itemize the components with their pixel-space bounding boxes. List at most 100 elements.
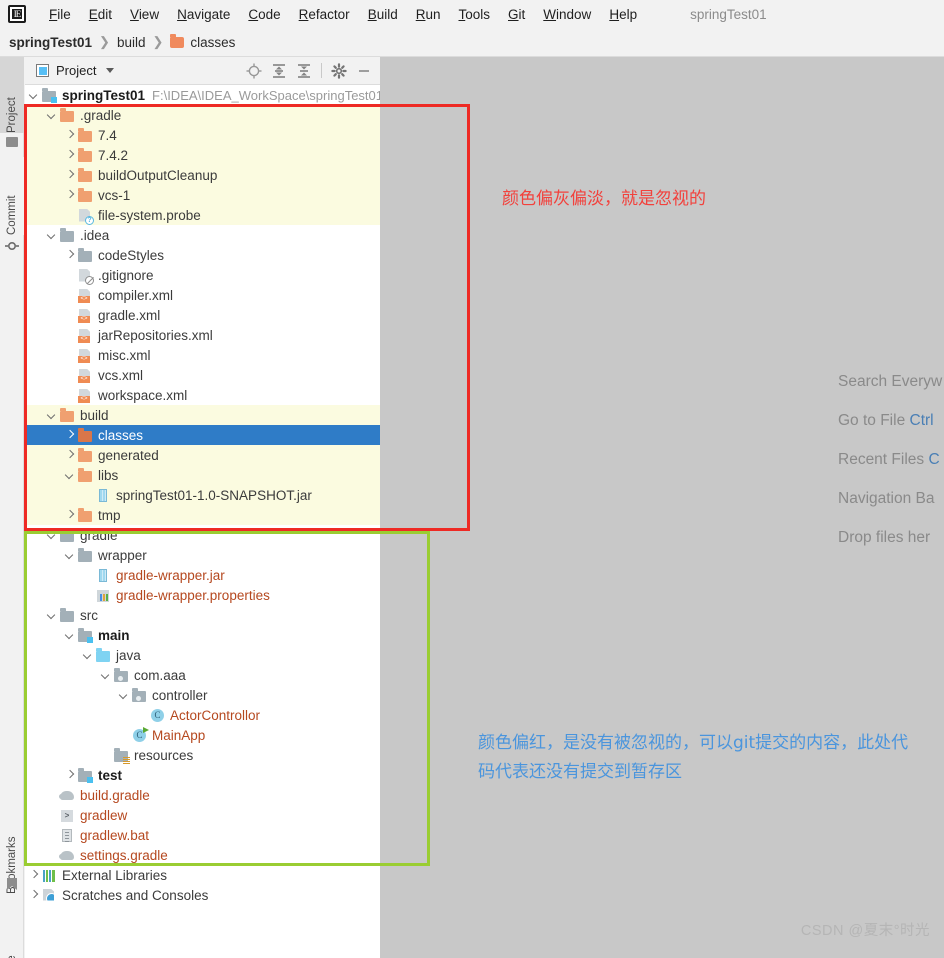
- tree-row-label: wrapper: [98, 547, 147, 563]
- menu-item-code[interactable]: Code: [239, 5, 289, 24]
- tree-row[interactable]: build: [25, 405, 380, 425]
- tree-row[interactable]: generated: [25, 445, 380, 465]
- tree-row[interactable]: 7.4.2: [25, 145, 380, 165]
- chevron-down-icon[interactable]: [119, 690, 129, 700]
- menu-item-tools[interactable]: Tools: [450, 5, 500, 24]
- menu-item-refactor[interactable]: Refactor: [290, 5, 359, 24]
- tree-row[interactable]: .idea: [25, 225, 380, 245]
- chevron-right-icon[interactable]: [65, 150, 75, 160]
- menu-item-navigate[interactable]: Navigate: [168, 5, 239, 24]
- chevron-down-icon[interactable]: [47, 610, 57, 620]
- breadcrumb[interactable]: springTest01 ❯ build ❯ classes: [0, 28, 944, 57]
- chevron-down-icon[interactable]: [47, 230, 57, 240]
- tree-row[interactable]: settings.gradle: [25, 845, 380, 865]
- tree-row[interactable]: springTest01-1.0-SNAPSHOT.jar: [25, 485, 380, 505]
- menu-item-file[interactable]: File: [40, 5, 80, 24]
- chevron-down-icon[interactable]: [65, 550, 75, 560]
- tree-row[interactable]: gradle-wrapper.properties: [25, 585, 380, 605]
- tree-row[interactable]: buildOutputCleanup: [25, 165, 380, 185]
- tree-row[interactable]: src: [25, 605, 380, 625]
- tree-row[interactable]: com.aaa: [25, 665, 380, 685]
- tree-row[interactable]: test: [25, 765, 380, 785]
- tree-row[interactable]: <> compiler.xml: [25, 285, 380, 305]
- hint-recent-files: Recent Files C: [838, 451, 940, 468]
- chevron-down-icon[interactable]: [65, 470, 75, 480]
- chevron-right-icon[interactable]: [65, 130, 75, 140]
- tree-row[interactable]: vcs-1: [25, 185, 380, 205]
- tree-row[interactable]: codeStyles: [25, 245, 380, 265]
- tree-row[interactable]: Scratches and Consoles: [25, 885, 380, 905]
- tree-row[interactable]: <> workspace.xml: [25, 385, 380, 405]
- tree-row-label: compiler.xml: [98, 287, 174, 303]
- file-gradle-icon: [59, 848, 75, 863]
- menu-item-edit[interactable]: Edit: [80, 5, 121, 24]
- tree-row[interactable]: java: [25, 645, 380, 665]
- chevron-down-icon[interactable]: [47, 530, 57, 540]
- menu-item-help[interactable]: Help: [600, 5, 646, 24]
- scratches-icon: [42, 888, 57, 903]
- tree-row[interactable]: resources: [25, 745, 380, 765]
- menu-item-window[interactable]: Window: [534, 5, 600, 24]
- chevron-down-icon[interactable]: [29, 90, 39, 100]
- select-opened-file-icon[interactable]: [246, 63, 262, 79]
- file-probe-icon: ?: [78, 208, 94, 225]
- tree-row[interactable]: controller: [25, 685, 380, 705]
- tree-row[interactable]: <> gradle.xml: [25, 305, 380, 325]
- menu-item-git[interactable]: Git: [499, 5, 534, 24]
- tree-row[interactable]: <> misc.xml: [25, 345, 380, 365]
- hint-search-everywhere: Search Everyw: [838, 373, 943, 390]
- sidebar-item-commit[interactable]: Commit: [0, 157, 24, 235]
- tree-row[interactable]: > gradlew: [25, 805, 380, 825]
- tree-row[interactable]: C MainApp: [25, 725, 380, 745]
- tree-row[interactable]: main: [25, 625, 380, 645]
- project-tree[interactable]: springTest01 F:\IDEA\IDEA_WorkSpace\spri…: [25, 85, 380, 958]
- tree-row[interactable]: External Libraries: [25, 865, 380, 885]
- tree-row[interactable]: 7.4: [25, 125, 380, 145]
- breadcrumb-folder[interactable]: build: [117, 35, 146, 50]
- chevron-right-icon[interactable]: [65, 510, 75, 520]
- menu-item-run[interactable]: Run: [407, 5, 450, 24]
- tree-row[interactable]: classes: [25, 425, 380, 445]
- chevron-down-icon[interactable]: [106, 68, 115, 73]
- menu-item-build[interactable]: Build: [359, 5, 407, 24]
- tree-row[interactable]: C ActorControllor: [25, 705, 380, 725]
- tree-row[interactable]: <> jarRepositories.xml: [25, 325, 380, 345]
- menu-item-view[interactable]: View: [121, 5, 168, 24]
- tree-row[interactable]: .gitignore: [25, 265, 380, 285]
- chevron-right-icon[interactable]: [65, 770, 75, 780]
- breadcrumb-current[interactable]: classes: [190, 35, 235, 50]
- chevron-down-icon[interactable]: [101, 670, 111, 680]
- tree-row[interactable]: gradle: [25, 525, 380, 545]
- expand-all-icon[interactable]: [271, 63, 287, 79]
- tree-row[interactable]: <> vcs.xml: [25, 365, 380, 385]
- chevron-right-icon[interactable]: [65, 430, 75, 440]
- tree-row[interactable]: gradle-wrapper.jar: [25, 565, 380, 585]
- chevron-right-icon[interactable]: [65, 190, 75, 200]
- breadcrumb-project[interactable]: springTest01: [9, 35, 92, 50]
- chevron-right-icon[interactable]: [29, 870, 39, 880]
- tree-row[interactable]: tmp: [25, 505, 380, 525]
- tree-row[interactable]: ? file-system.probe: [25, 205, 380, 225]
- tree-row[interactable]: .gradle: [25, 105, 380, 125]
- chevron-down-icon[interactable]: [83, 650, 93, 660]
- chevron-down-icon[interactable]: [47, 410, 57, 420]
- folder-orange-icon: [60, 107, 75, 123]
- chevron-down-icon[interactable]: [47, 110, 57, 120]
- chevron-down-icon[interactable]: [65, 630, 75, 640]
- tree-row[interactable]: build.gradle: [25, 785, 380, 805]
- settings-gear-icon[interactable]: [331, 62, 347, 79]
- sidebar-item-project[interactable]: Project: [0, 57, 24, 133]
- tree-row-root[interactable]: springTest01 F:\IDEA\IDEA_WorkSpace\spri…: [25, 85, 380, 105]
- tree-row[interactable]: gradlew.bat: [25, 825, 380, 845]
- chevron-right-icon[interactable]: [65, 170, 75, 180]
- sidebar-item-structure[interactable]: Structure: [0, 912, 24, 958]
- tree-row-label: libs: [98, 467, 119, 483]
- chevron-right-icon[interactable]: [65, 450, 75, 460]
- tree-row[interactable]: libs: [25, 465, 380, 485]
- tree-row[interactable]: wrapper: [25, 545, 380, 565]
- chevron-right-icon[interactable]: [29, 890, 39, 900]
- folder-orange-icon: [78, 147, 93, 163]
- chevron-right-icon[interactable]: [65, 250, 75, 260]
- hide-icon[interactable]: [356, 63, 372, 79]
- collapse-all-icon[interactable]: [296, 63, 312, 79]
